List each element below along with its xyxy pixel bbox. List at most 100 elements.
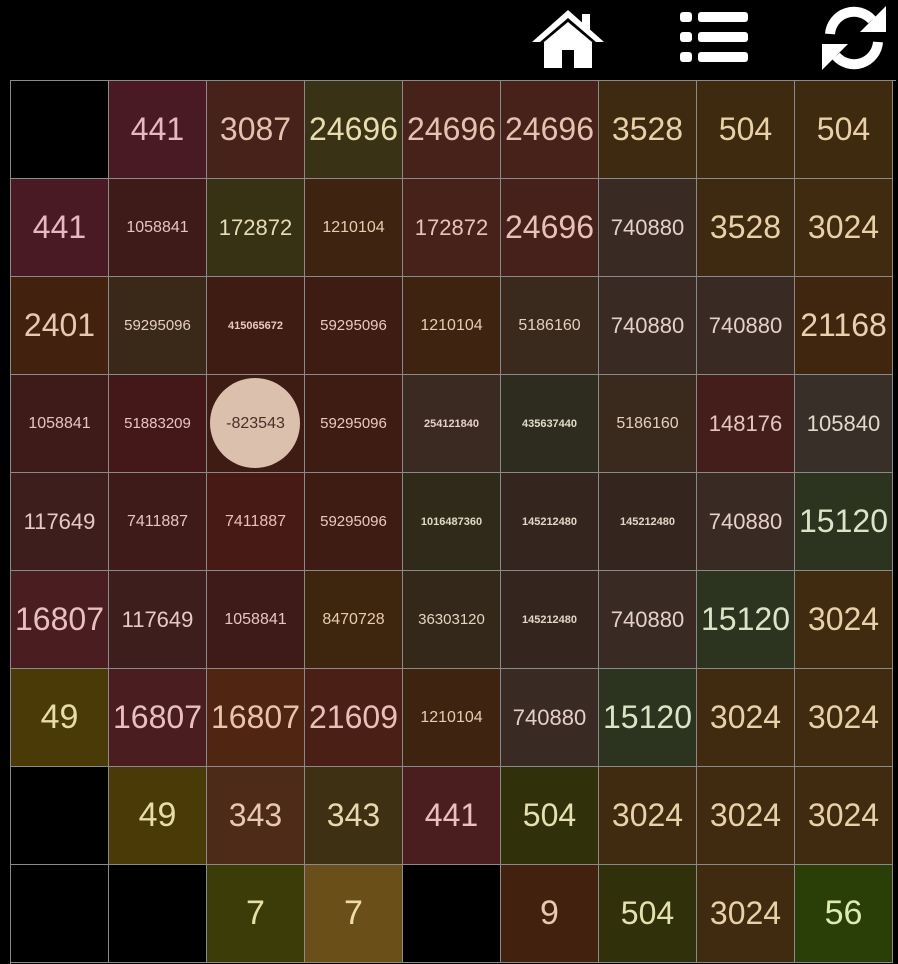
cell-value: 740880 bbox=[708, 508, 783, 534]
board-cell[interactable]: 16807 bbox=[109, 669, 207, 767]
board-cell[interactable]: 16807 bbox=[11, 571, 109, 669]
board-cell[interactable]: -823543 bbox=[207, 375, 305, 473]
board-cell[interactable]: 117649 bbox=[11, 473, 109, 571]
board-cell[interactable]: 504 bbox=[697, 81, 795, 179]
board-cell[interactable]: 435637440 bbox=[501, 375, 599, 473]
board-cell[interactable]: 3528 bbox=[697, 179, 795, 277]
board-cell[interactable]: 415065672 bbox=[207, 277, 305, 375]
board-cell[interactable]: 740880 bbox=[697, 277, 795, 375]
board-cell[interactable]: 3024 bbox=[795, 571, 893, 669]
board-cell[interactable]: 5186160 bbox=[501, 277, 599, 375]
board-cell[interactable]: 16807 bbox=[207, 669, 305, 767]
board-cell[interactable] bbox=[403, 865, 501, 963]
board-cell[interactable]: 3528 bbox=[599, 81, 697, 179]
board-cell[interactable] bbox=[109, 865, 207, 963]
board-cell[interactable]: 3024 bbox=[795, 767, 893, 865]
cell-value: 7411887 bbox=[126, 512, 189, 530]
board-cell[interactable]: 21168 bbox=[795, 277, 893, 375]
board-cell[interactable]: 504 bbox=[599, 865, 697, 963]
board-cell[interactable]: 7 bbox=[207, 865, 305, 963]
board-cell[interactable]: 15120 bbox=[697, 571, 795, 669]
board-cell[interactable] bbox=[11, 767, 109, 865]
board-cell[interactable]: 1210104 bbox=[403, 277, 501, 375]
board-cell[interactable]: 145212480 bbox=[501, 571, 599, 669]
board-cell[interactable]: 2401 bbox=[11, 277, 109, 375]
board-cell[interactable]: 1058841 bbox=[207, 571, 305, 669]
board-cell[interactable]: 59295096 bbox=[305, 375, 403, 473]
board-cell[interactable]: 3024 bbox=[697, 767, 795, 865]
board-cell[interactable]: 7 bbox=[305, 865, 403, 963]
cell-value: 2401 bbox=[23, 307, 96, 343]
board-cell[interactable]: 24696 bbox=[501, 179, 599, 277]
board-cell[interactable] bbox=[11, 865, 109, 963]
board-cell[interactable]: 441 bbox=[109, 81, 207, 179]
board-cell[interactable]: 254121840 bbox=[403, 375, 501, 473]
board-cell[interactable]: 504 bbox=[795, 81, 893, 179]
board-cell[interactable]: 3024 bbox=[599, 767, 697, 865]
cell-value: 24696 bbox=[309, 111, 398, 147]
cell-value: 3024 bbox=[709, 895, 782, 931]
cell-value: 504 bbox=[816, 111, 871, 147]
board-cell[interactable]: 1016487360 bbox=[403, 473, 501, 571]
menu-button[interactable] bbox=[676, 4, 752, 72]
board-cell[interactable]: 740880 bbox=[501, 669, 599, 767]
cell-value: 1058841 bbox=[126, 218, 189, 236]
board-cell[interactable]: 105840 bbox=[795, 375, 893, 473]
cell-value: 59295096 bbox=[320, 415, 387, 432]
restart-button[interactable] bbox=[816, 4, 892, 72]
board-cell[interactable]: 3024 bbox=[697, 865, 795, 963]
board-cell[interactable]: 3024 bbox=[795, 669, 893, 767]
board-cell[interactable]: 59295096 bbox=[305, 277, 403, 375]
board-cell[interactable]: 441 bbox=[11, 179, 109, 277]
board-cell[interactable]: 36303120 bbox=[403, 571, 501, 669]
board-cell[interactable]: 740880 bbox=[599, 277, 697, 375]
cell-value: 740880 bbox=[610, 312, 685, 338]
board-cell[interactable]: 3024 bbox=[795, 179, 893, 277]
board-cell[interactable]: 343 bbox=[305, 767, 403, 865]
cell-value: 343 bbox=[326, 797, 381, 833]
board-cell[interactable]: 1210104 bbox=[305, 179, 403, 277]
board-cell[interactable]: 8470728 bbox=[305, 571, 403, 669]
board-cell[interactable]: 441 bbox=[403, 767, 501, 865]
board-cell[interactable]: 3024 bbox=[697, 669, 795, 767]
cell-value: 24696 bbox=[505, 209, 594, 245]
board-cell[interactable]: 343 bbox=[207, 767, 305, 865]
home-button[interactable] bbox=[530, 4, 606, 72]
board-cell[interactable]: 15120 bbox=[599, 669, 697, 767]
cell-value: 254121840 bbox=[423, 417, 480, 430]
board-cell[interactable]: 59295096 bbox=[109, 277, 207, 375]
board-cell[interactable]: 1058841 bbox=[109, 179, 207, 277]
board-cell[interactable]: 740880 bbox=[599, 179, 697, 277]
board-cell[interactable]: 7411887 bbox=[207, 473, 305, 571]
board-cell[interactable]: 15120 bbox=[795, 473, 893, 571]
cell-value: 56 bbox=[824, 894, 863, 932]
board-cell[interactable]: 24696 bbox=[305, 81, 403, 179]
board-cell[interactable]: 49 bbox=[109, 767, 207, 865]
cell-value: 7 bbox=[246, 894, 265, 932]
board-cell[interactable]: 740880 bbox=[599, 571, 697, 669]
board-cell[interactable]: 21609 bbox=[305, 669, 403, 767]
cell-value: 24696 bbox=[407, 111, 496, 147]
board-cell[interactable]: 148176 bbox=[697, 375, 795, 473]
board-cell[interactable] bbox=[11, 81, 109, 179]
top-toolbar bbox=[0, 0, 898, 80]
board-cell[interactable]: 1210104 bbox=[403, 669, 501, 767]
board-cell[interactable]: 7411887 bbox=[109, 473, 207, 571]
board-cell[interactable]: 24696 bbox=[501, 81, 599, 179]
board-cell[interactable]: 145212480 bbox=[599, 473, 697, 571]
board-cell[interactable]: 172872 bbox=[207, 179, 305, 277]
board-cell[interactable]: 3087 bbox=[207, 81, 305, 179]
board-cell[interactable]: 740880 bbox=[697, 473, 795, 571]
board-cell[interactable]: 24696 bbox=[403, 81, 501, 179]
board-cell[interactable]: 1058841 bbox=[11, 375, 109, 473]
board-cell[interactable]: 59295096 bbox=[305, 473, 403, 571]
board-cell[interactable]: 145212480 bbox=[501, 473, 599, 571]
board-cell[interactable]: 504 bbox=[501, 767, 599, 865]
board-cell[interactable]: 56 bbox=[795, 865, 893, 963]
board-cell[interactable]: 51883209 bbox=[109, 375, 207, 473]
board-cell[interactable]: 117649 bbox=[109, 571, 207, 669]
board-cell[interactable]: 9 bbox=[501, 865, 599, 963]
board-cell[interactable]: 5186160 bbox=[599, 375, 697, 473]
board-cell[interactable]: 172872 bbox=[403, 179, 501, 277]
board-cell[interactable]: 49 bbox=[11, 669, 109, 767]
